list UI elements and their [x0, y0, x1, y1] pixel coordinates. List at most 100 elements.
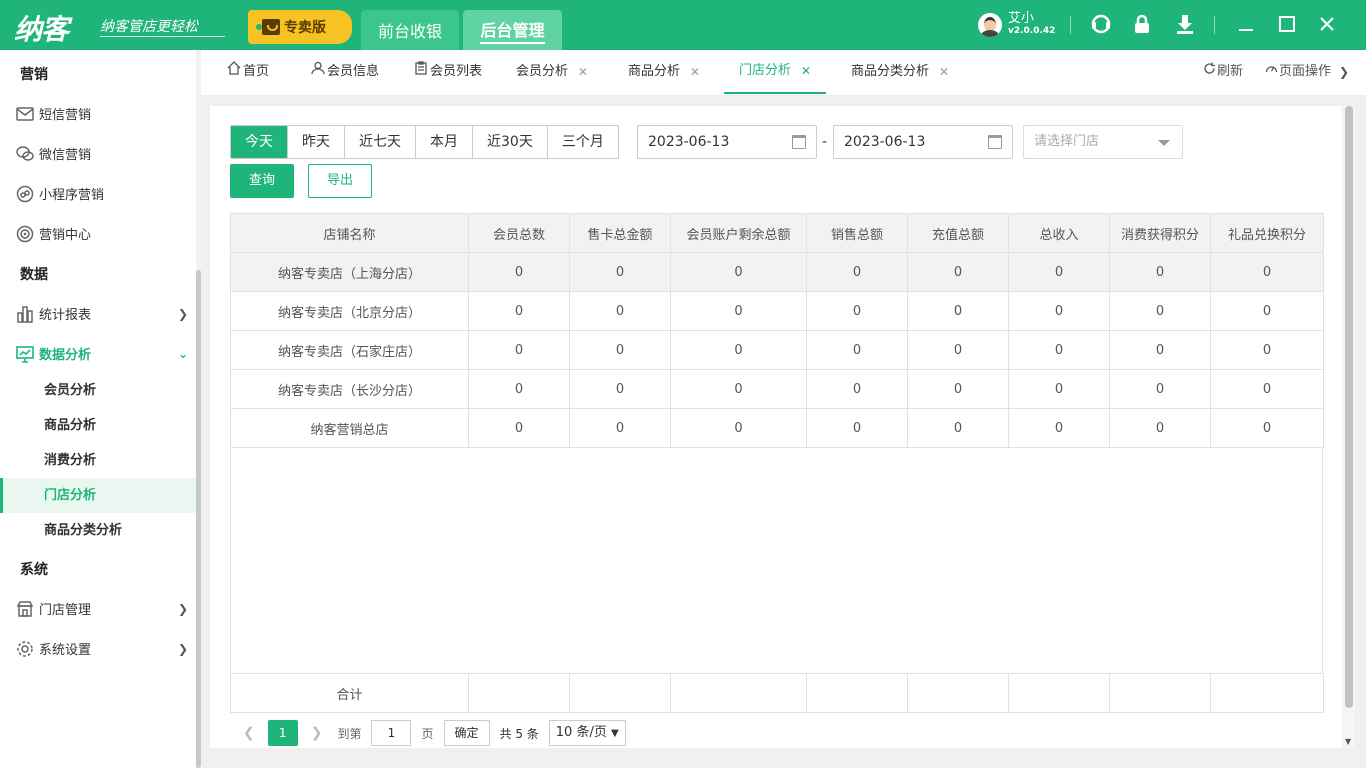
table-row[interactable]: 纳客营销总店 0 0 0 0 0 0 0 0: [230, 408, 1324, 448]
page-size-select[interactable]: 10 条/页 ▼: [548, 720, 626, 746]
column-header[interactable]: 会员总数: [468, 213, 570, 253]
column-header[interactable]: 礼品兑换积分: [1210, 213, 1324, 253]
start-date-input[interactable]: 2023-06-13: [637, 125, 817, 159]
user-profile[interactable]: 艾小 v2.0.0.42: [978, 12, 1055, 38]
export-button[interactable]: 导出: [308, 164, 372, 198]
column-header[interactable]: 总收入: [1008, 213, 1110, 253]
close-tab-icon[interactable]: ✕: [939, 49, 949, 95]
range-last-7-days[interactable]: 近七天: [345, 126, 416, 158]
table-row[interactable]: 纳客专卖店（上海分店） 0 0 0 0 0 0 0 0: [230, 252, 1324, 292]
tab-member-list[interactable]: 会员列表: [414, 50, 482, 94]
page-operations-label: 页面操作: [1279, 64, 1332, 79]
tab-back-admin[interactable]: 后台管理: [463, 10, 562, 50]
sidebar-item-label: 微信营销: [39, 148, 92, 163]
sidebar-item-data-analysis[interactable]: 数据分析 ⌄: [0, 336, 196, 371]
app-version: v2.0.0.42: [1008, 26, 1056, 36]
sidebar-item-marketing-center[interactable]: 营销中心: [0, 216, 196, 251]
refresh-label: 刷新: [1217, 64, 1244, 79]
refresh-button[interactable]: 刷新: [1203, 50, 1243, 94]
sidebar-sub-member-analysis[interactable]: 会员分析: [0, 373, 196, 408]
range-three-months[interactable]: 三个月: [548, 126, 618, 158]
close-icon[interactable]: [1315, 13, 1339, 37]
store-analysis-table: 店铺名称 会员总数 售卡总金额 会员账户剩余总额 销售总额 充值总额 总收入 消…: [230, 213, 1324, 448]
sidebar-item-sms[interactable]: 短信营销: [0, 96, 196, 131]
avatar: [978, 13, 1002, 37]
table-cell: 0: [1109, 330, 1211, 370]
chevron-right-icon: ❯: [177, 306, 188, 321]
table-cell: 0: [806, 330, 908, 370]
column-header[interactable]: 充值总额: [907, 213, 1009, 253]
range-yesterday[interactable]: 昨天: [288, 126, 345, 158]
table-row[interactable]: 纳客专卖店（北京分店） 0 0 0 0 0 0 0 0: [230, 291, 1324, 331]
sidebar-sub-product-analysis[interactable]: 商品分析: [0, 408, 196, 443]
close-tab-icon[interactable]: ✕: [801, 48, 811, 94]
tab-category-analysis[interactable]: 商品分类分析 ✕: [851, 50, 949, 94]
caret-down-icon: [1158, 140, 1170, 146]
wechat-icon: [15, 144, 35, 164]
sidebar-item-reports[interactable]: 统计报表 ❯: [0, 296, 196, 331]
minimize-icon[interactable]: [1234, 13, 1258, 37]
table-cell: 0: [569, 291, 671, 331]
sidebar-scrollbar-thumb[interactable]: [196, 270, 201, 768]
total-cell: [806, 673, 908, 713]
end-date-input[interactable]: 2023-06-13: [833, 125, 1013, 159]
table-cell: 0: [569, 330, 671, 370]
sidebar-item-system-settings[interactable]: 系统设置 ❯: [0, 631, 196, 666]
next-page-icon[interactable]: ❯: [311, 725, 323, 741]
sidebar-item-wechat[interactable]: 微信营销: [0, 136, 196, 171]
tab-product-analysis[interactable]: 商品分析 ✕: [628, 50, 700, 94]
scroll-down-icon[interactable]: ▼: [1345, 737, 1351, 746]
column-header[interactable]: 销售总额: [806, 213, 908, 253]
table-cell: 纳客专卖店（上海分店）: [230, 252, 469, 292]
sidebar-sub-store-analysis[interactable]: 门店分析: [0, 478, 196, 513]
sidebar-scrollbar[interactable]: [196, 50, 201, 768]
table-cell: 0: [806, 369, 908, 409]
sidebar-item-label: 统计报表: [39, 308, 92, 323]
range-last-30-days[interactable]: 近30天: [473, 126, 548, 158]
page-operations-button[interactable]: 页面操作 ❯: [1265, 50, 1349, 94]
tab-store-analysis[interactable]: 门店分析 ✕: [724, 48, 827, 94]
range-today[interactable]: 今天: [231, 126, 288, 158]
table-cell: 纳客专卖店（石家庄店）: [230, 330, 469, 370]
column-header[interactable]: 售卡总金额: [569, 213, 671, 253]
sidebar-sub-category-analysis[interactable]: 商品分类分析: [0, 513, 196, 548]
goto-confirm-button[interactable]: 确定: [443, 720, 490, 746]
top-bar: 纳客 纳客管店更轻松 专卖版 前台收银 后台管理 艾小 v2.0.0.42: [0, 0, 1366, 50]
column-header[interactable]: 会员账户剩余总额: [670, 213, 807, 253]
pagination: ❮ 1 ❯ 到第 1 页 确定 共 5 条 10 条/页 ▼: [231, 713, 1323, 753]
badge-hole: [256, 24, 262, 30]
prev-page-icon[interactable]: ❮: [243, 725, 255, 741]
table-cell: 0: [569, 369, 671, 409]
column-header[interactable]: 店铺名称: [230, 213, 469, 253]
content-scrollbar-thumb[interactable]: [1345, 106, 1353, 708]
tab-home[interactable]: 首页: [227, 50, 269, 94]
page-number-current[interactable]: 1: [267, 720, 298, 746]
tab-front-cashier[interactable]: 前台收银: [361, 10, 459, 50]
close-tab-icon[interactable]: ✕: [690, 49, 700, 95]
table-cell: 0: [1109, 408, 1211, 448]
column-header[interactable]: 消费获得积分: [1109, 213, 1211, 253]
sidebar-item-miniprogram[interactable]: 小程序营销: [0, 176, 196, 211]
total-cell: [569, 673, 671, 713]
store-select[interactable]: 请选择门店: [1023, 125, 1183, 159]
download-icon[interactable]: [1173, 13, 1197, 37]
maximize-icon[interactable]: [1275, 13, 1299, 37]
refresh-icon: [1203, 49, 1216, 95]
table-cell: 0: [670, 369, 807, 409]
close-tab-icon[interactable]: ✕: [578, 49, 588, 95]
customer-service-icon[interactable]: [1089, 13, 1113, 37]
home-icon: [227, 49, 241, 95]
query-button[interactable]: 查询: [230, 164, 294, 198]
sidebar-item-store-management[interactable]: 门店管理 ❯: [0, 591, 196, 626]
tab-member-analysis[interactable]: 会员分析 ✕: [516, 50, 588, 94]
table-row[interactable]: 纳客专卖店（石家庄店） 0 0 0 0 0 0 0 0: [230, 330, 1324, 370]
range-this-month[interactable]: 本月: [416, 126, 473, 158]
content-scrollbar[interactable]: ▼: [1343, 106, 1355, 748]
lock-icon[interactable]: [1130, 13, 1154, 37]
goto-page-input[interactable]: 1: [371, 720, 412, 746]
sidebar-sub-consumption-analysis[interactable]: 消费分析: [0, 443, 196, 478]
table-cell: 0: [1210, 408, 1324, 448]
tab-member-info[interactable]: 会员信息: [311, 50, 379, 94]
table-row[interactable]: 纳客专卖店（长沙分店） 0 0 0 0 0 0 0 0: [230, 369, 1324, 409]
target-icon: [15, 224, 35, 244]
